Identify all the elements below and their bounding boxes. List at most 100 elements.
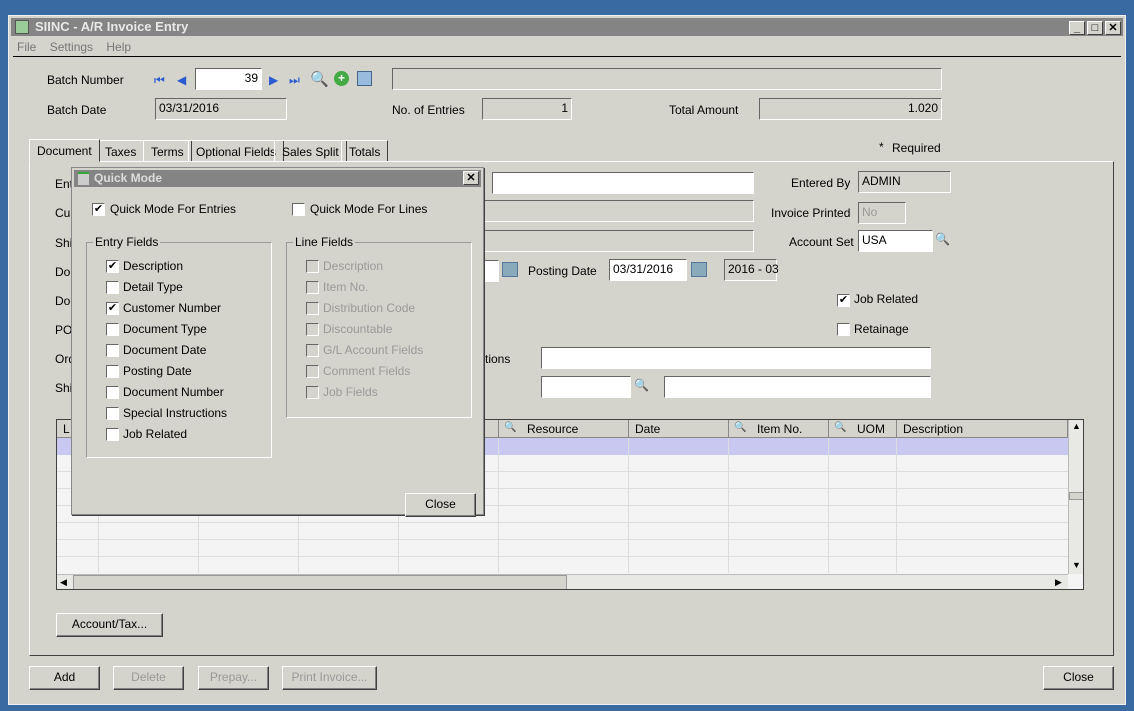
entry-field-label: Customer Number [123, 301, 222, 315]
vertical-scrollbar[interactable]: ▲ ▼ [1068, 420, 1083, 574]
customer-name-field [479, 200, 754, 222]
menu-divider [13, 56, 1121, 57]
menu-file[interactable]: File [17, 40, 36, 54]
scroll-thumb[interactable] [1069, 492, 1083, 500]
scroll-left-icon[interactable]: ◀ [60, 577, 67, 588]
ship-via-input[interactable] [541, 376, 631, 398]
delete-button[interactable]: Delete [113, 666, 184, 690]
batch-date-field: 03/31/2016 [155, 98, 287, 120]
entry-field-label: Special Instructions [123, 406, 228, 420]
tab-totals[interactable]: Totals [341, 140, 389, 162]
menu-help[interactable]: Help [106, 40, 131, 54]
add-batch-icon[interactable]: + [334, 71, 349, 86]
line-field-checkbox [306, 386, 319, 399]
entry-field-label: Detail Type [123, 280, 183, 294]
total-amount-label: Total Amount [669, 103, 739, 117]
quick-mode-dialog: Quick Mode ✕ ✔ Quick Mode For Entries Qu… [71, 167, 484, 517]
entry-field-label: Description [123, 259, 184, 273]
entry-field-label: Document Type [123, 322, 207, 336]
calendar-icon[interactable] [502, 262, 518, 277]
previous-record-icon[interactable]: ◀ [177, 73, 186, 87]
account-tax-button[interactable]: Account/Tax... [56, 613, 163, 637]
entry-field-label: Document Date [123, 343, 207, 357]
entry-field-checkbox[interactable]: ✔ [106, 260, 119, 273]
dialog-title-bar: Quick Mode ✕ [74, 170, 481, 187]
search-icon: 🔍 [834, 422, 847, 433]
tab-optional-fields[interactable]: Optional Fields [188, 140, 285, 162]
search-icon: 🔍 [734, 422, 747, 433]
entry-field-checkbox[interactable] [106, 386, 119, 399]
horizontal-scrollbar[interactable]: ◀ ▶ [57, 574, 1068, 589]
entry-field-checkbox[interactable] [106, 365, 119, 378]
tab-taxes[interactable]: Taxes [97, 140, 145, 162]
entry-field-checkbox[interactable]: ✔ [106, 302, 119, 315]
column-header-resource[interactable]: Resource [499, 420, 629, 438]
scroll-up-icon[interactable]: ▲ [1072, 421, 1081, 431]
search-icon[interactable]: 🔍 [935, 232, 950, 246]
quick-mode-lines-checkbox[interactable] [292, 203, 305, 216]
batch-date-label: Batch Date [47, 103, 107, 117]
posting-date-label: Posting Date [528, 264, 597, 278]
next-record-icon[interactable]: ▶ [269, 73, 278, 87]
account-set-input[interactable]: USA [858, 230, 933, 252]
calendar-icon[interactable] [691, 262, 707, 277]
tab-terms[interactable]: Terms [143, 140, 192, 162]
print-invoice-button[interactable]: Print Invoice... [282, 666, 377, 690]
account-set-label: Account Set [789, 235, 854, 249]
search-icon[interactable]: 🔍 [310, 70, 329, 88]
prepay-button[interactable]: Prepay... [198, 666, 269, 690]
window-title: SIINC - A/R Invoice Entry [35, 19, 189, 34]
entry-field-checkbox[interactable] [106, 323, 119, 336]
entries-label: No. of Entries [392, 103, 465, 117]
entry-field-checkbox[interactable] [106, 344, 119, 357]
entries-field: 1 [482, 98, 572, 120]
entry-field-checkbox[interactable] [106, 428, 119, 441]
dialog-close-button[interactable]: Close [405, 493, 476, 517]
add-button[interactable]: Add [29, 666, 100, 690]
minimize-button[interactable]: _ [1069, 21, 1085, 35]
search-icon[interactable]: 🔍 [634, 378, 649, 392]
close-window-button[interactable]: ✕ [1105, 21, 1121, 35]
last-record-icon[interactable]: ⏭ [289, 73, 300, 88]
close-button[interactable]: Close [1043, 666, 1114, 690]
scroll-thumb[interactable] [73, 575, 567, 589]
line-fields-label: Line Fields [293, 235, 356, 249]
special-instructions-input[interactable] [541, 347, 931, 369]
line-field-label: Comment Fields [323, 364, 411, 378]
job-related-label: Job Related [854, 292, 919, 306]
batch-number-input[interactable]: 39 [195, 68, 262, 90]
line-field-label: Job Fields [323, 385, 378, 399]
dialog-close-icon[interactable]: ✕ [463, 171, 479, 185]
quick-mode-entries-checkbox[interactable]: ✔ [92, 203, 105, 216]
line-field-checkbox [306, 323, 319, 336]
invoice-entry-window: SIINC - A/R Invoice Entry _ □ ✕ File Set… [8, 15, 1126, 705]
menu-settings[interactable]: Settings [50, 40, 93, 54]
scroll-right-icon[interactable]: ▶ [1055, 577, 1062, 588]
retainage-checkbox[interactable] [837, 323, 850, 336]
ship-via-description-field [664, 376, 931, 398]
first-record-icon[interactable]: ⏮ [154, 73, 165, 88]
invoice-printed-field: No [858, 202, 906, 224]
entry-field-checkbox[interactable] [106, 281, 119, 294]
line-field-label: Discountable [323, 322, 393, 336]
dialog-title: Quick Mode [94, 171, 163, 185]
column-header-date[interactable]: Date [629, 420, 729, 438]
fiscal-period-field: 2016 - 03 [724, 259, 779, 281]
posting-date-input[interactable]: 03/31/2016 [609, 259, 687, 281]
line-field-checkbox [306, 365, 319, 378]
maximize-button[interactable]: □ [1087, 21, 1103, 35]
title-bar: SIINC - A/R Invoice Entry _ □ ✕ [11, 18, 1123, 36]
entered-by-field: ADMIN [858, 171, 951, 193]
tab-document[interactable]: Document [29, 139, 100, 162]
description-input[interactable] [492, 172, 754, 194]
entry-field-checkbox[interactable] [106, 407, 119, 420]
ship-to-name-field [479, 230, 754, 252]
batch-info-icon[interactable] [357, 71, 372, 86]
invoice-printed-label: Invoice Printed [771, 206, 851, 220]
quick-mode-lines-label: Quick Mode For Lines [310, 202, 428, 216]
batch-number-label: Batch Number [47, 73, 124, 87]
scroll-down-icon[interactable]: ▼ [1072, 560, 1081, 570]
job-related-checkbox[interactable]: ✔ [837, 294, 850, 307]
column-header-description[interactable]: Description [897, 420, 1068, 438]
tab-sales-split[interactable]: Sales Split [274, 140, 347, 162]
